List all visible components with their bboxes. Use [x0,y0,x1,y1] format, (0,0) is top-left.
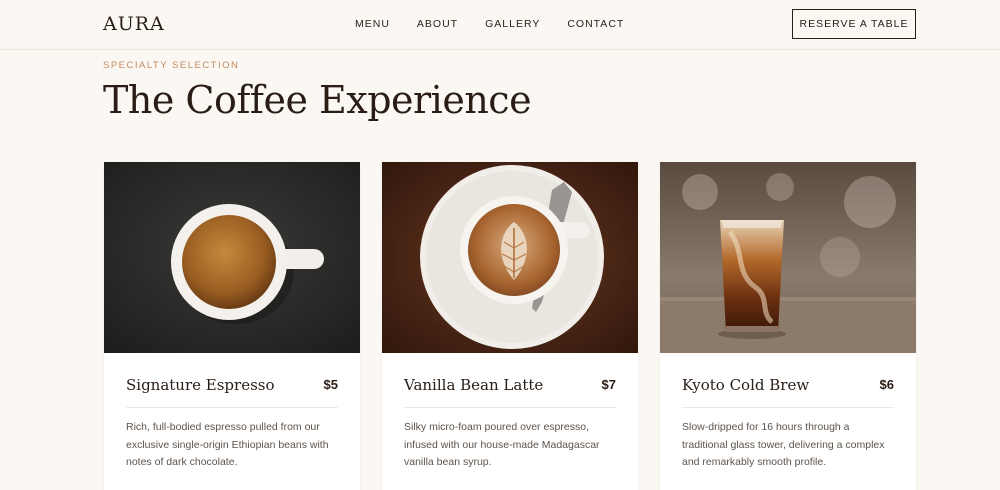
product-price: $6 [879,377,894,392]
card-divider [682,407,894,408]
page-title: The Coffee Experience [103,78,532,122]
product-description: Silky micro-foam poured over espresso, i… [404,421,600,468]
product-card-cold-brew[interactable]: Kyoto Cold Brew $6 Slow-dripped for 16 h… [660,162,916,490]
logo[interactable]: AURA [103,13,165,35]
reserve-table-button[interactable]: RESERVE A TABLE [792,9,916,39]
product-card-espresso[interactable]: Signature Espresso $5 Rich, full-bodied … [104,162,360,490]
espresso-image [104,162,360,353]
nav-item-about[interactable]: ABOUT [417,18,458,30]
nav-item-menu[interactable]: MENU [355,18,390,30]
nav-item-gallery[interactable]: GALLERY [485,18,540,30]
latte-image [382,162,638,353]
card-divider [126,407,338,408]
product-description: Slow-dripped for 16 hours through a trad… [682,421,885,468]
cold-brew-image [660,162,916,353]
product-name: Signature Espresso [126,376,275,394]
site-header: AURA MENU ABOUT GALLERY CONTACT RESERVE … [0,0,1000,50]
product-name: Vanilla Bean Latte [404,376,544,394]
product-description: Rich, full-bodied espresso pulled from o… [126,421,329,468]
main-nav: MENU ABOUT GALLERY CONTACT [355,18,651,30]
product-price: $7 [601,377,616,392]
section-eyebrow: SPECIALTY SELECTION [103,60,240,71]
product-price: $5 [323,377,338,392]
product-card-latte[interactable]: Vanilla Bean Latte $7 Silky micro-foam p… [382,162,638,490]
product-name: Kyoto Cold Brew [682,376,810,394]
card-divider [404,407,616,408]
nav-item-contact[interactable]: CONTACT [567,18,624,30]
